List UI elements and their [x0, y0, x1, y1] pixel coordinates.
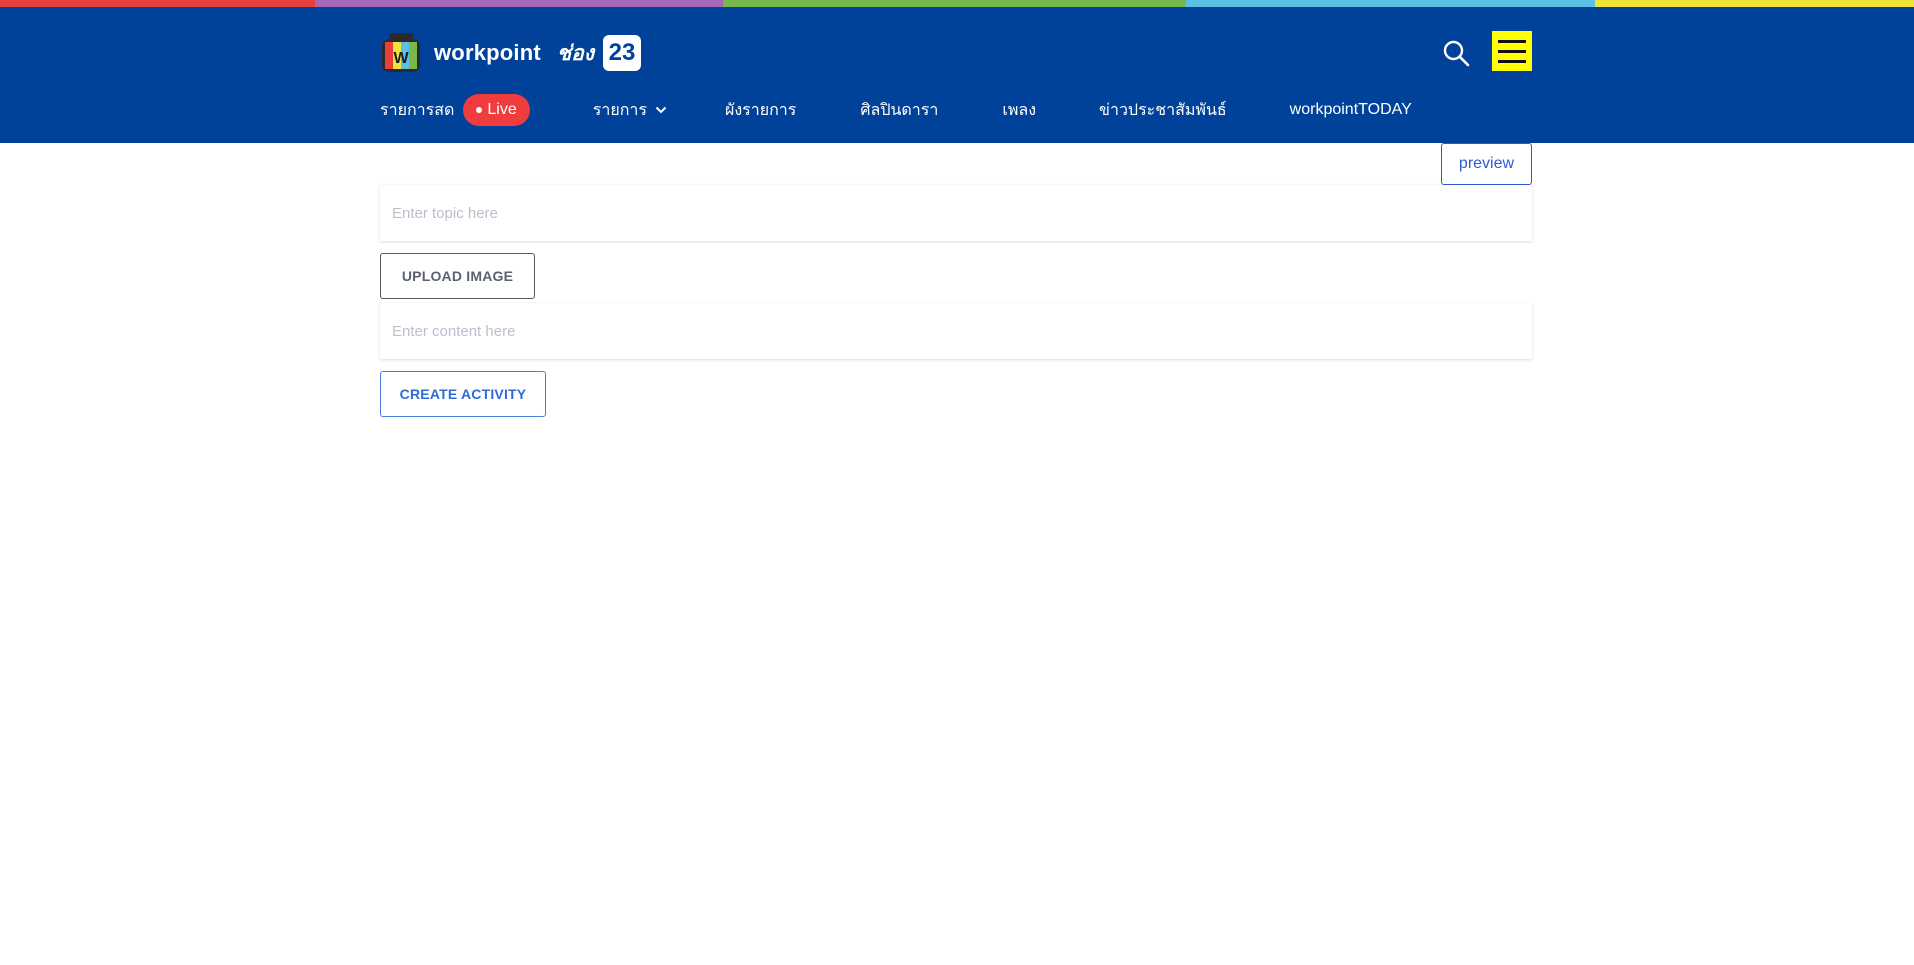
rainbow-stripe-green: [723, 0, 1186, 7]
topic-input[interactable]: [380, 185, 1532, 241]
nav-live-label: รายการสด: [380, 101, 455, 119]
rainbow-stripe-yellow: [1595, 0, 1914, 7]
live-badge[interactable]: Live: [463, 94, 530, 126]
rainbow-top-bar: [0, 0, 1914, 7]
nav-item-artists[interactable]: ศิลปินดารา: [860, 98, 938, 123]
preview-button[interactable]: preview: [1441, 143, 1532, 185]
search-icon: [1443, 40, 1470, 67]
content-input[interactable]: [380, 303, 1532, 359]
chevron-down-icon: [655, 106, 667, 114]
nav-item-news[interactable]: ข่าวประชาสัมพันธ์: [1099, 98, 1227, 123]
live-dot-icon: [476, 107, 483, 113]
nav-item-schedule[interactable]: ผังรายการ: [725, 98, 796, 123]
nav-programs-label: รายการ: [592, 101, 647, 119]
workpoint-tv-logo-icon: W: [380, 32, 422, 74]
channel-label: ช่อง: [556, 41, 595, 65]
rainbow-stripe-cyan: [1186, 0, 1595, 7]
site-logo-link[interactable]: W workpoint ช่อง 23: [380, 31, 642, 75]
logo-text: workpoint: [434, 40, 541, 65]
search-button[interactable]: [1440, 35, 1472, 71]
nav-item-workpoint-today[interactable]: workpointTODAY: [1290, 101, 1412, 119]
topic-field: [380, 185, 1532, 241]
content-field: [380, 303, 1532, 359]
svg-text:W: W: [393, 50, 409, 67]
nav-item-live[interactable]: รายการสด Live: [380, 94, 530, 126]
hamburger-menu-button[interactable]: [1492, 31, 1532, 71]
live-badge-label: Live: [487, 101, 517, 118]
hamburger-menu-icon-line: [1498, 39, 1526, 43]
site-header: W workpoint ช่อง 23 รายการสด Live รายการ: [0, 7, 1914, 143]
rainbow-stripe-red: [0, 0, 315, 7]
hamburger-menu-icon-line: [1498, 49, 1526, 53]
nav-item-music[interactable]: เพลง: [1002, 98, 1036, 123]
main-nav: รายการสด Live รายการ ผังรายการ ศิลปินดาร…: [380, 93, 1412, 127]
nav-item-programs[interactable]: รายการ: [593, 98, 667, 123]
rainbow-stripe-purple: [315, 0, 723, 7]
upload-image-button[interactable]: UPLOAD IMAGE: [380, 253, 535, 299]
create-activity-button[interactable]: CREATE ACTIVITY: [380, 371, 546, 417]
hamburger-menu-icon-line: [1498, 59, 1526, 63]
channel-number: 23: [603, 35, 642, 71]
